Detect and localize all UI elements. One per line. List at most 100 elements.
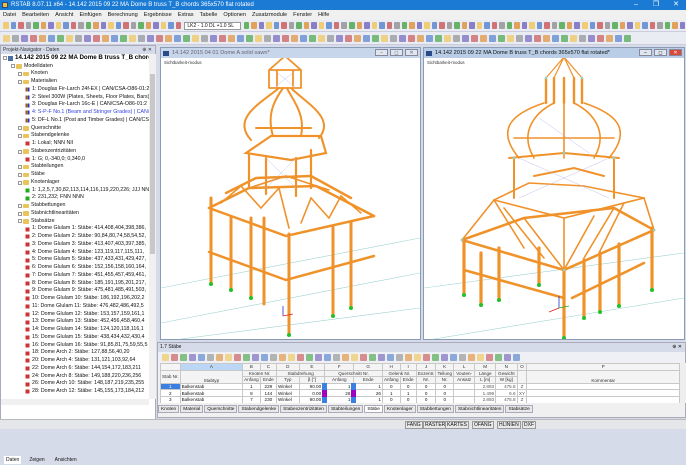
toolbar-button-icon[interactable] xyxy=(597,22,603,29)
tree-item[interactable]: Modelldaten xyxy=(1,63,149,71)
cell-vouten[interactable] xyxy=(452,382,476,391)
toolbar-button-icon[interactable] xyxy=(612,22,618,29)
toolbar-button-icon[interactable] xyxy=(435,34,442,42)
cell-vouten[interactable] xyxy=(452,395,476,403)
col-letter[interactable]: E xyxy=(298,363,326,371)
toolbar-button-icon[interactable] xyxy=(624,34,631,42)
tree-item[interactable]: 22: Dome Arch 6: Stäbe: 144,154,172,183,… xyxy=(1,365,149,373)
toolbar-button-icon[interactable] xyxy=(129,34,136,42)
maximize-button[interactable]: ❐ xyxy=(646,0,666,10)
expand-icon[interactable] xyxy=(18,219,22,224)
toolbar-button-icon[interactable] xyxy=(462,34,469,42)
status-hlinien[interactable]: HLINIEN xyxy=(497,421,521,429)
tab-zeigen[interactable]: Zeigen xyxy=(27,456,46,464)
toolbar-button-icon[interactable] xyxy=(123,22,129,29)
toolbar-button-icon[interactable] xyxy=(93,22,99,29)
col-letter[interactable]: B xyxy=(242,363,261,371)
table-tab[interactable]: Stäbe xyxy=(364,405,383,413)
toolbar-button-icon[interactable] xyxy=(66,34,73,42)
cell-dt[interactable]: Winkel xyxy=(276,382,300,391)
window-close-button[interactable]: ✕ xyxy=(669,49,682,56)
toolbar-button-icon[interactable] xyxy=(349,22,355,29)
table-tool-icon[interactable] xyxy=(351,353,358,361)
window-close-button[interactable]: ✕ xyxy=(405,49,418,56)
toolbar-button-icon[interactable] xyxy=(672,22,678,29)
toolbar-button-icon[interactable] xyxy=(363,34,370,42)
cell-beta[interactable]: 90.00 xyxy=(298,395,326,403)
expand-icon[interactable] xyxy=(18,180,22,185)
toolbar-button-icon[interactable] xyxy=(175,22,182,29)
cell-l[interactable]: 1.499 xyxy=(474,389,497,397)
toolbar-button-icon[interactable] xyxy=(251,22,257,29)
toolbar-button-icon[interactable] xyxy=(48,34,55,42)
toolbar-button-icon[interactable] xyxy=(604,22,611,29)
table-tool-icon[interactable] xyxy=(504,353,511,361)
toolbar-button-icon[interactable] xyxy=(544,22,550,29)
toolbar-button-icon[interactable] xyxy=(333,22,340,29)
toolbar-button-icon[interactable] xyxy=(264,34,271,42)
toolbar-button-icon[interactable] xyxy=(291,34,298,42)
cell-ka[interactable]: 7 xyxy=(242,395,261,403)
cell-kommentar[interactable] xyxy=(526,395,680,403)
cell-ge[interactable]: 0 xyxy=(399,382,417,391)
col-letter[interactable]: D xyxy=(276,363,300,371)
toolbar-button-icon[interactable] xyxy=(70,22,77,29)
tree-item[interactable]: 1: Lokal; NNN NII xyxy=(1,140,149,148)
table-tool-icon[interactable] xyxy=(189,353,196,361)
toolbar-button-icon[interactable] xyxy=(138,34,145,42)
table-tool-icon[interactable] xyxy=(225,353,232,361)
tree-item[interactable]: 16: Dome Glulam 16: Stäbe: 91,85,81,75,5… xyxy=(1,342,149,350)
table-tab[interactable]: Knotenlager xyxy=(383,405,416,413)
cell-ga[interactable]: 0 xyxy=(381,395,401,403)
expand-icon[interactable] xyxy=(18,126,22,131)
cell-ke[interactable]: 230 xyxy=(259,395,278,403)
toolbar-button-icon[interactable] xyxy=(115,22,122,29)
expand-icon[interactable] xyxy=(18,172,22,177)
toolbar-button-icon[interactable] xyxy=(499,22,505,29)
toolbar-button-icon[interactable] xyxy=(444,34,451,42)
toolbar-button-icon[interactable] xyxy=(18,22,24,29)
tree-item[interactable]: 5: Dome Glulam 5: Stäbe: 437,433,431,429… xyxy=(1,256,149,264)
table-tool-icon[interactable] xyxy=(198,353,205,361)
tree-item[interactable]: 11: Dome Glulam 11: Stäbe: 476,482,486,4… xyxy=(1,303,149,311)
toolbar-button-icon[interactable] xyxy=(506,22,513,29)
cell-ex[interactable]: 0 xyxy=(415,382,437,391)
cell-dt[interactable]: Winkel xyxy=(276,395,300,403)
toolbar-button-icon[interactable] xyxy=(303,22,310,29)
structure-3d-view-a[interactable] xyxy=(161,58,420,339)
col-letter[interactable]: G xyxy=(353,363,383,371)
tree-item[interactable]: 3: Dome Glulam 3: Stäbe: 413,407,403,397… xyxy=(1,241,149,249)
toolbar-button-icon[interactable] xyxy=(543,34,550,42)
toolbar-button-icon[interactable] xyxy=(296,22,302,29)
table-row[interactable]: 2 Balkenstab 8 144 Winkel 0.00 26 26 1 1 0 0 1.499 6.… xyxy=(160,389,680,397)
cell-l[interactable]: 2.893 xyxy=(474,382,497,391)
toolbar-button-icon[interactable] xyxy=(634,22,641,29)
toolbar-button-icon[interactable] xyxy=(130,22,137,29)
toolbar-button-icon[interactable] xyxy=(431,22,438,29)
expand-icon[interactable] xyxy=(18,134,22,139)
tree-item[interactable]: 13: Dome Glulam 13: Stäbe: 452,456,458,4… xyxy=(1,318,149,326)
toolbar-button-icon[interactable] xyxy=(300,34,307,42)
toolbar-button-icon[interactable] xyxy=(574,22,580,29)
cell-qa[interactable]: 1 xyxy=(322,382,355,391)
col-letter[interactable]: I xyxy=(399,363,417,371)
toolbar-button-icon[interactable] xyxy=(21,34,28,42)
toolbar-button-icon[interactable] xyxy=(266,22,272,29)
cell-kommentar[interactable] xyxy=(526,389,680,397)
table-tool-icon[interactable] xyxy=(270,353,277,361)
toolbar-button-icon[interactable] xyxy=(258,22,265,29)
toolbar-button-icon[interactable] xyxy=(147,34,154,42)
tree-item[interactable]: 18: Dome Arch 2: Stäbe: 127,88,56,40,20 xyxy=(1,349,149,357)
cell-te[interactable]: 0 xyxy=(435,382,454,391)
menu-3[interactable]: Einfügen xyxy=(79,12,101,18)
toolbar-button-icon[interactable] xyxy=(381,34,388,42)
toolbar-button-icon[interactable] xyxy=(529,22,535,29)
table-tool-icon[interactable] xyxy=(171,353,178,361)
staebe-table[interactable]: ABCDEFGHIJKLMNOP Stab Nr. Stabtyp Knoten… xyxy=(160,363,680,403)
toolbar-button-icon[interactable] xyxy=(627,22,633,29)
close-button[interactable]: ✕ xyxy=(666,0,686,10)
cell-ax[interactable]: XY xyxy=(516,389,528,397)
status-raster[interactable]: RASTER xyxy=(423,421,448,429)
cell-typ[interactable]: Balkenstab xyxy=(179,389,244,397)
toolbar-button-icon[interactable] xyxy=(664,22,671,29)
